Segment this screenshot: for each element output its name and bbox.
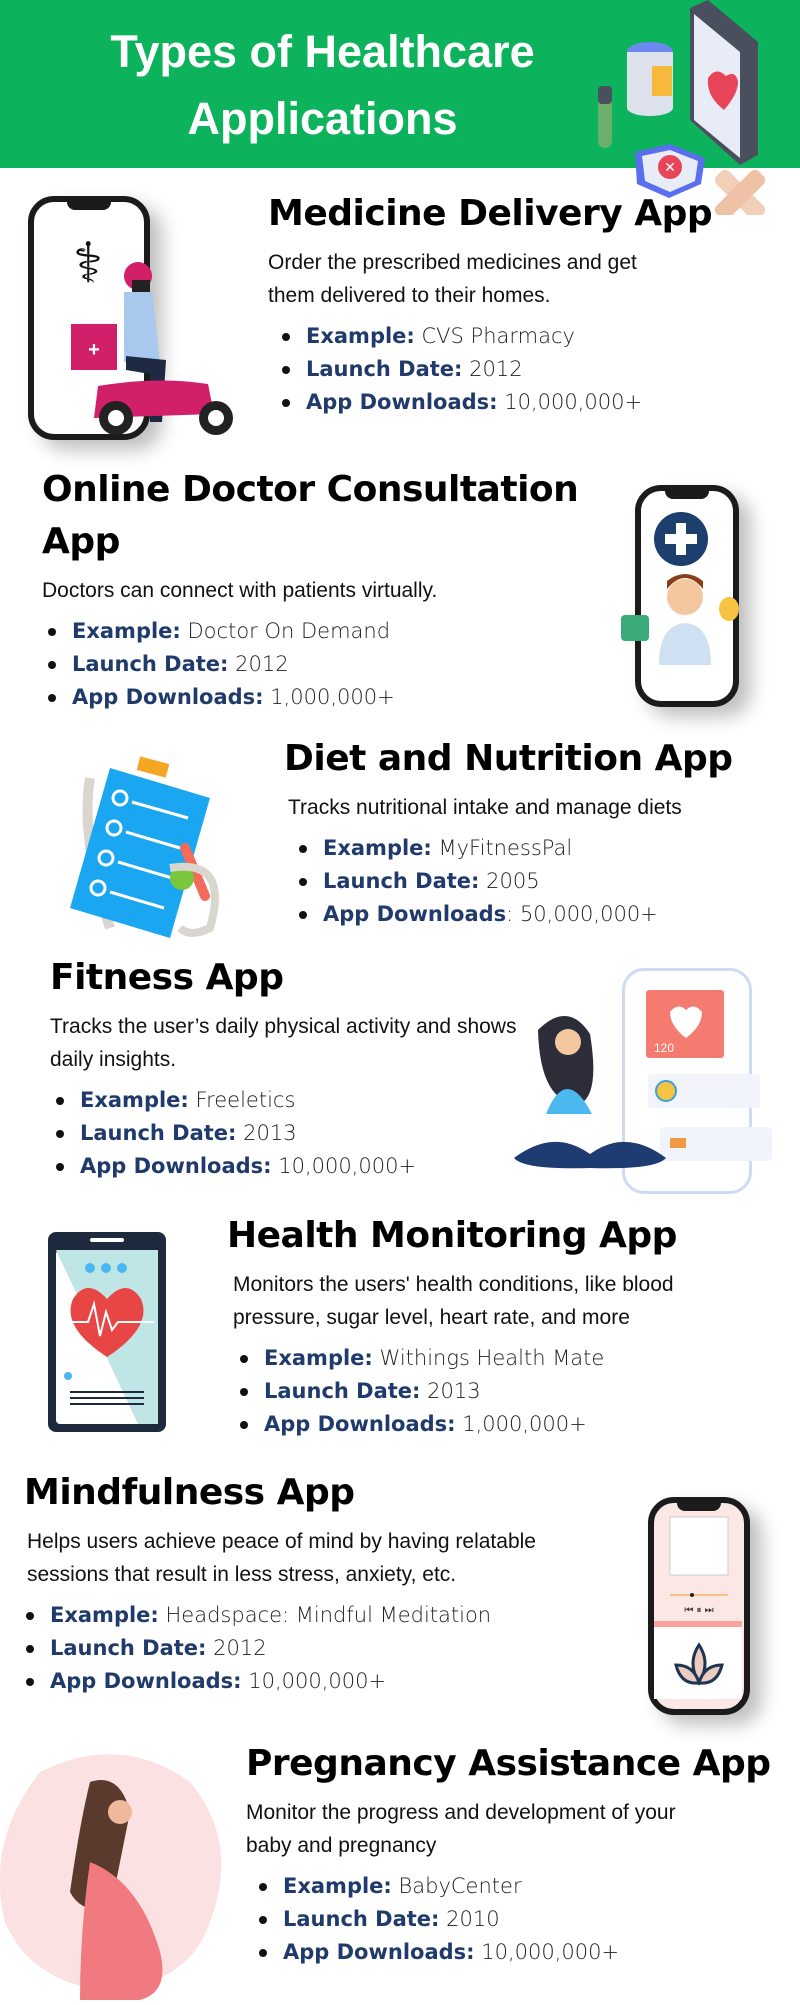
section-pregnancy-assistance: Pregnancy Assistance App Monitor the pro… <box>246 1738 786 1969</box>
delivery-scooter-phone-icon: ⚕ + <box>28 196 248 446</box>
fact-launch-date: Launch Date: 2010 <box>253 1903 786 1936</box>
section-diet-nutrition: Diet and Nutrition App Tracks nutritiona… <box>284 733 784 931</box>
facts-list: Example: MyFitnessPal Launch Date: 2005 … <box>293 832 784 931</box>
fact-downloads: App Downloads: 10,000,000+ <box>50 1150 530 1183</box>
section-description: Monitor the progress and development of … <box>246 1801 676 1857</box>
lotus-phone-icon: ⏮ ⏸ ⏭ <box>646 1497 756 1717</box>
fact-example: Example: BabyCenter <box>253 1870 786 1903</box>
fact-example: Example: MyFitnessPal <box>293 832 784 865</box>
section-medicine-delivery: Medicine Delivery App Order the prescrib… <box>268 188 768 419</box>
section-title: Online Doctor Consultation App <box>42 469 579 562</box>
fact-launch-date: Launch Date: 2013 <box>234 1375 777 1408</box>
heart-rate-value: 120 <box>654 1041 674 1055</box>
fact-launch-date: Launch Date: 2012 <box>276 353 768 386</box>
clipboard-diet-icon <box>70 748 250 938</box>
svg-text:⚕: ⚕ <box>73 231 103 296</box>
fact-example: Example: Withings Health Mate <box>234 1342 777 1375</box>
fact-example: Example: Freeletics <box>50 1084 530 1117</box>
section-description: Helps users achieve peace of mind by hav… <box>27 1530 536 1586</box>
section-fitness: Fitness App Tracks the user’s daily phys… <box>50 952 530 1183</box>
section-title: Diet and Nutrition App <box>284 738 733 779</box>
facts-list: Example: CVS Pharmacy Launch Date: 2012 … <box>276 320 768 419</box>
fact-example: Example: CVS Pharmacy <box>276 320 768 353</box>
facts-list: Example: BabyCenter Launch Date: 2010 Ap… <box>253 1870 786 1969</box>
fact-downloads: App Downloads: 1,000,000+ <box>234 1408 777 1441</box>
page-title: Types of Healthcare Applications <box>110 26 535 144</box>
section-description: Tracks the user’s daily physical activit… <box>50 1015 517 1071</box>
section-mindfulness: Mindfulness App Helps users achieve peac… <box>24 1467 624 1698</box>
pregnant-woman-icon <box>0 1752 240 2000</box>
facts-list: Example: Headspace: Mindful Meditation L… <box>20 1599 624 1698</box>
medical-phone-illustration-icon: ✕ <box>590 0 800 221</box>
yoga-fitness-icon: 120 <box>510 962 780 1198</box>
section-health-monitoring: Health Monitoring App Monitors the users… <box>227 1210 777 1441</box>
fact-launch-date: Launch Date: 2013 <box>50 1117 530 1150</box>
section-description: Monitors the users' health conditions, l… <box>233 1273 674 1329</box>
section-online-doctor: Online Doctor Consultation App Doctors c… <box>42 464 582 714</box>
section-description: Order the prescribed medicines and get t… <box>268 251 637 307</box>
fact-downloads: App Downloads: 1,000,000+ <box>42 681 582 714</box>
svg-text:✕: ✕ <box>664 160 676 176</box>
svg-text:+: + <box>88 339 100 361</box>
fact-launch-date: Launch Date: 2012 <box>42 648 582 681</box>
facts-list: Example: Doctor On Demand Launch Date: 2… <box>42 615 582 714</box>
section-title: Medicine Delivery App <box>268 193 713 234</box>
fact-launch-date: Launch Date: 2012 <box>20 1632 624 1665</box>
facts-list: Example: Withings Health Mate Launch Dat… <box>234 1342 777 1441</box>
fact-example: Example: Headspace: Mindful Meditation <box>20 1599 624 1632</box>
section-description: Tracks nutritional intake and manage die… <box>288 796 682 819</box>
section-description: Doctors can connect with patients virtua… <box>42 579 438 602</box>
section-title: Pregnancy Assistance App <box>246 1743 771 1784</box>
fact-downloads: App Downloads: 10,000,000+ <box>276 386 768 419</box>
heart-monitor-phone-icon <box>48 1232 168 1434</box>
fact-launch-date: Launch Date: 2005 <box>293 865 784 898</box>
fact-downloads: App Downloads: 10,000,000+ <box>20 1665 624 1698</box>
svg-text:⏮ ⏸ ⏭: ⏮ ⏸ ⏭ <box>684 1605 713 1616</box>
fact-example: Example: Doctor On Demand <box>42 615 582 648</box>
facts-list: Example: Freeletics Launch Date: 2013 Ap… <box>50 1084 530 1183</box>
fact-downloads: App Downloads: 10,000,000+ <box>253 1936 786 1969</box>
doctor-phone-icon <box>615 485 755 707</box>
section-title: Mindfulness App <box>24 1472 355 1513</box>
fact-downloads: App Downloads: 50,000,000+ <box>293 898 784 931</box>
section-title: Health Monitoring App <box>227 1215 677 1256</box>
section-title: Fitness App <box>50 957 284 998</box>
